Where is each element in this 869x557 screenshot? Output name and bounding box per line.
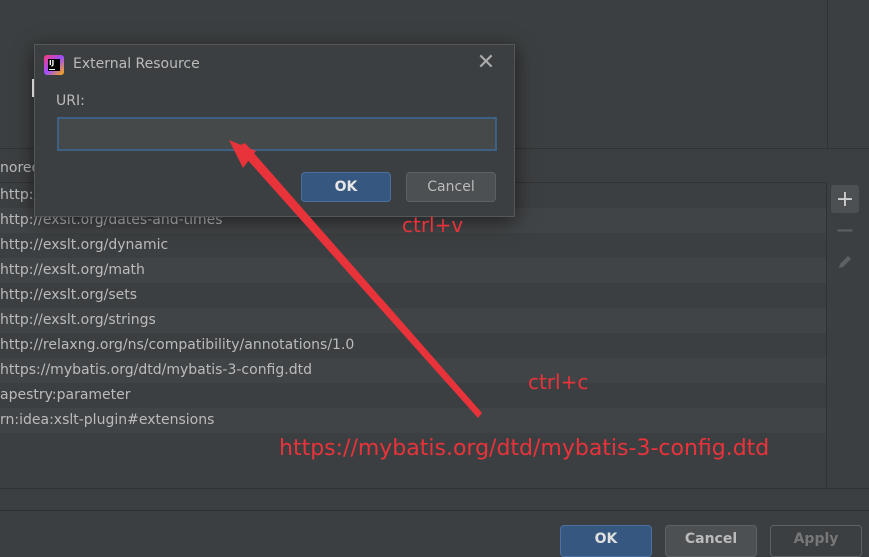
- settings-ok-button[interactable]: OK: [560, 525, 652, 557]
- settings-apply-button[interactable]: Apply: [770, 525, 862, 557]
- list-border: [0, 488, 869, 489]
- url-annotation: https://mybatis.org/dtd/mybatis-3-config…: [279, 436, 770, 461]
- list-item[interactable]: https://mybatis.org/dtd/mybatis-3-config…: [0, 358, 826, 383]
- remove-icon[interactable]: −: [831, 216, 859, 244]
- external-resource-dialog: IJ External Resource ✕ URI: OK Cancel: [34, 44, 515, 217]
- add-icon[interactable]: +: [831, 185, 859, 213]
- close-icon[interactable]: ✕: [475, 52, 497, 75]
- text-caret: [32, 79, 34, 97]
- uri-input[interactable]: [57, 117, 497, 151]
- settings-cancel-button[interactable]: Cancel: [665, 525, 757, 557]
- copy-annotation: ctrl+c: [528, 370, 589, 394]
- uri-label: URI:: [56, 93, 85, 109]
- intellij-logo-text: IJ: [49, 59, 55, 67]
- top-right-panel: [828, 0, 869, 148]
- edit-icon[interactable]: [831, 248, 859, 276]
- pencil-icon: [839, 256, 851, 268]
- list-toolbar: + −: [826, 182, 869, 488]
- intellij-logo-mark: IJ: [48, 59, 60, 71]
- list-item[interactable]: rn:idea:xslt-plugin#extensions: [0, 408, 826, 433]
- intellij-icon: IJ: [44, 55, 64, 75]
- list-item[interactable]: http://relaxng.org/ns/compatibility/anno…: [0, 333, 826, 358]
- footer-divider: [0, 510, 869, 511]
- list-item[interactable]: http://exslt.org/math: [0, 258, 826, 283]
- dialog-title: External Resource: [73, 56, 200, 72]
- list-item[interactable]: http://exslt.org/sets: [0, 283, 826, 308]
- paste-annotation: ctrl+v: [402, 213, 464, 237]
- list-item[interactable]: http://exslt.org/strings: [0, 308, 826, 333]
- cancel-button[interactable]: Cancel: [406, 172, 496, 202]
- ok-button[interactable]: OK: [301, 172, 391, 202]
- list-item[interactable]: apestry:parameter: [0, 383, 826, 408]
